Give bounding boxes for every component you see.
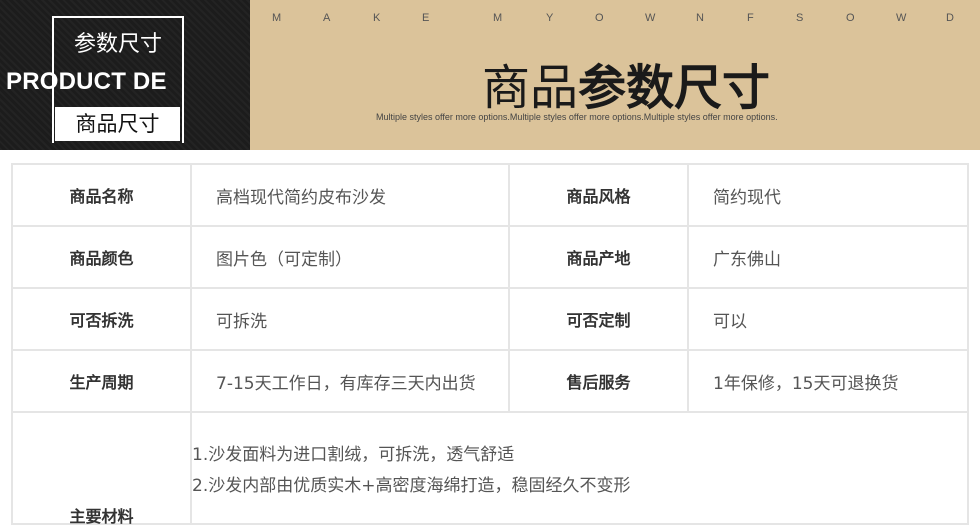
spec-value: 高档现代简约皮布沙发 <box>190 163 510 227</box>
letter: D <box>946 12 954 24</box>
spec-label: 售后服务 <box>508 349 689 413</box>
letter: O <box>595 12 604 24</box>
banner-subtitle: Multiple styles offer more options.Multi… <box>376 112 778 122</box>
letter: W <box>645 12 656 24</box>
spec-value: 可以 <box>687 287 969 351</box>
table-row: 生产周期 7-15天工作日，有库存三天内出货 售后服务 1年保修，15天可退换货 <box>11 349 969 413</box>
letter: A <box>323 12 331 24</box>
table-row: 商品名称 高档现代简约皮布沙发 商品风格 简约现代 <box>11 163 969 227</box>
box-subtitle: 商品尺寸 <box>55 107 180 141</box>
spec-label: 可否拆洗 <box>11 287 192 351</box>
spec-label: 生产周期 <box>11 349 192 413</box>
letter: F <box>747 12 754 24</box>
title-bold: 参数尺寸 <box>578 60 771 116</box>
table-row: 商品颜色 图片色（可定制） 商品产地 广东佛山 <box>11 225 969 289</box>
spec-value: 图片色（可定制） <box>190 225 510 289</box>
english-title: PRODUCT DE <box>6 68 167 95</box>
letter: W <box>896 12 907 24</box>
title-light: 商品 <box>482 60 579 116</box>
banner: 参数尺寸 PRODUCT DE 商品尺寸 M A K E M Y O W N F… <box>0 0 980 150</box>
spec-value: 1年保修，15天可退换货 <box>687 349 969 413</box>
right-banner-panel: M A K E M Y O W N F S O W D 商品参数尺寸 Multi… <box>250 0 980 150</box>
letter: O <box>846 12 855 24</box>
table-row: 可否拆洗 可拆洗 可否定制 可以 <box>11 287 969 351</box>
page-title: 商品参数尺寸 <box>482 48 770 118</box>
letter: E <box>422 12 430 24</box>
spec-label: 商品名称 <box>11 163 192 227</box>
materials-value: 1.沙发面料为进口割绒，可拆洗，透气舒适 2.沙发内部由优质实木+高密度海绵打造… <box>190 411 969 525</box>
spec-label: 商品风格 <box>508 163 689 227</box>
letter: N <box>696 12 704 24</box>
materials-label: 主要材料 <box>69 507 134 526</box>
letter: Y <box>546 12 554 24</box>
letter: M <box>272 12 282 24</box>
letter: K <box>373 12 381 24</box>
materials-line: 2.沙发内部由优质实木+高密度海绵打造，稳固经久不变形 <box>192 476 631 496</box>
spec-label: 商品产地 <box>508 225 689 289</box>
spec-label: 可否定制 <box>508 287 689 351</box>
letter: M <box>493 12 503 24</box>
left-banner-panel: 参数尺寸 PRODUCT DE 商品尺寸 <box>0 0 250 150</box>
materials-label-cell: 主要材料 <box>11 411 192 526</box>
spec-value: 简约现代 <box>687 163 969 227</box>
spec-value: 广东佛山 <box>687 225 969 289</box>
spec-label: 商品颜色 <box>11 225 192 289</box>
box-title: 参数尺寸 <box>73 32 162 57</box>
materials-row: 主要材料 1.沙发面料为进口割绒，可拆洗，透气舒适 2.沙发内部由优质实木+高密… <box>11 411 969 526</box>
spec-value: 7-15天工作日，有库存三天内出货 <box>190 349 510 413</box>
spec-value: 可拆洗 <box>190 287 510 351</box>
letter-strip: M A K E M Y O W N F S O W D <box>250 12 980 26</box>
materials-line: 1.沙发面料为进口割绒，可拆洗，透气舒适 <box>192 445 515 465</box>
letter: S <box>796 12 804 24</box>
spec-table: 商品名称 高档现代简约皮布沙发 商品风格 简约现代 商品颜色 图片色（可定制） … <box>11 163 969 526</box>
